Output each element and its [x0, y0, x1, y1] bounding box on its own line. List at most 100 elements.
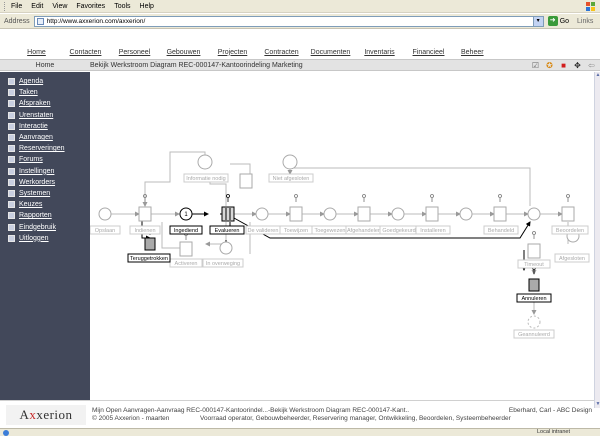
sidebar-item-label: Systemen — [19, 189, 51, 197]
go-arrow-icon: ➜ — [547, 16, 558, 26]
place-geannuleerd[interactable] — [527, 315, 541, 329]
address-label: Address — [4, 17, 30, 25]
sidebar-item-agenda[interactable]: Agenda — [0, 76, 90, 87]
label-teruggetrokken: Teruggetrokken — [130, 256, 168, 262]
label-de-valideren: De valideren — [248, 228, 279, 234]
address-bar: Address http://www.axxerion.com/axxerion… — [0, 14, 600, 29]
page-title: Bekijk Werkstroom Diagram REC-000147-Kan… — [90, 61, 303, 69]
sidebar-item-uitloggen[interactable]: Uitloggen — [0, 233, 90, 244]
menu-tools[interactable]: Tools — [114, 3, 130, 10]
menu-favorites[interactable]: Favorites — [76, 3, 105, 10]
menu-view[interactable]: View — [52, 3, 67, 10]
transition-teruggetrokken[interactable] — [144, 237, 156, 251]
nav-documenten[interactable]: Documenten — [308, 49, 353, 56]
place-installeren-state[interactable] — [459, 207, 473, 221]
refresh-icon[interactable]: ✪ — [545, 61, 554, 70]
footer-copyright: © 2005 Axxerion - maarten — [92, 415, 170, 422]
check-icon[interactable]: ☑ — [531, 61, 540, 70]
axxerion-logo: Axxerion — [6, 405, 86, 425]
go-button[interactable]: ➜ Go — [547, 16, 570, 26]
browser-statusbar: Local intranet — [0, 428, 600, 436]
place-de-valideren[interactable] — [255, 207, 269, 221]
stop-icon[interactable]: ■ — [559, 61, 568, 70]
transition-boxes — [138, 173, 575, 259]
nav-inventaris[interactable]: Inventaris — [357, 49, 402, 56]
sidebar: Agenda Taken Afspraken Urenstaten Interactie… — [0, 72, 90, 400]
transition-beoordelen[interactable] — [561, 206, 575, 222]
sidebar-item-urenstaten[interactable]: Urenstaten — [0, 110, 90, 121]
workorders-icon — [8, 178, 15, 186]
menu-file[interactable]: File — [11, 3, 22, 10]
sidebar-item-aanvragen[interactable]: Aanvragen — [0, 132, 90, 143]
move-icon[interactable]: ✥ — [573, 61, 582, 70]
nav-beheer[interactable]: Beheer — [455, 49, 500, 56]
sidebar-item-taken[interactable]: Taken — [0, 87, 90, 98]
nav-contacten[interactable]: Contacten — [63, 49, 108, 56]
vertical-scrollbar[interactable]: ▲ ▼ — [594, 72, 600, 408]
transition-evalueren[interactable] — [221, 206, 235, 222]
transition-behandeld[interactable] — [493, 206, 507, 222]
links-button[interactable]: Links — [577, 18, 593, 25]
place-in-overweging[interactable] — [219, 241, 233, 255]
sidebar-item-reserveringen[interactable]: Reserveringen — [0, 143, 90, 154]
nav-projecten[interactable]: Projecten — [210, 49, 255, 56]
back-icon[interactable]: ⇦ — [587, 61, 596, 70]
toolbar-grip[interactable] — [4, 1, 7, 11]
nav-contracten[interactable]: Contracten — [259, 49, 304, 56]
transition-timeout[interactable] — [527, 243, 541, 259]
interaction-icon — [8, 122, 15, 130]
sidebar-item-interactie[interactable]: Interactie — [0, 121, 90, 132]
sidebar-item-eindgebruik[interactable]: Eindgebruik — [0, 221, 90, 232]
sidebar-item-forums[interactable]: Forums — [0, 154, 90, 165]
scroll-up-icon[interactable]: ▲ — [595, 72, 600, 79]
reports-icon — [8, 212, 15, 220]
place-goedgekeurd[interactable] — [391, 207, 405, 221]
sidebar-item-label: Interactie — [19, 122, 48, 130]
transition-toewijzen[interactable] — [289, 206, 303, 222]
label-beoordelen: Beoordelen — [556, 228, 584, 234]
go-label: Go — [559, 17, 570, 25]
place-niet-afgesloten[interactable] — [282, 154, 298, 170]
transition-indienen[interactable] — [138, 206, 152, 222]
sidebar-item-instellingen[interactable]: Instellingen — [0, 166, 90, 177]
transition-niet-afgesloten[interactable] — [239, 173, 253, 189]
sidebar-item-systemen[interactable]: Systemen — [0, 188, 90, 199]
nav-home[interactable]: Home — [14, 49, 59, 56]
label-indienen: Indienen — [134, 228, 155, 234]
transition-afgehandelen[interactable] — [357, 206, 371, 222]
sidebar-item-label: Urenstaten — [19, 111, 54, 119]
nav-financieel[interactable]: Financieel — [406, 49, 451, 56]
transition-activeren[interactable] — [179, 241, 193, 257]
appointments-icon — [8, 100, 15, 108]
sidebar-item-keuzes[interactable]: Keuzes — [0, 199, 90, 210]
transition-installeren[interactable] — [425, 206, 439, 222]
menu-help[interactable]: Help — [140, 3, 154, 10]
label-installeren: Installeren — [420, 228, 445, 234]
place-opslaan[interactable] — [98, 207, 112, 221]
sidebar-item-rapporten[interactable]: Rapporten — [0, 210, 90, 221]
place-behandeld-state[interactable] — [527, 207, 541, 221]
menu-edit[interactable]: Edit — [31, 3, 43, 10]
address-input[interactable]: http://www.axxerion.com/axxerion/ ▾ — [33, 15, 544, 27]
place-informatie-nodig[interactable] — [197, 154, 213, 170]
transition-annuleren[interactable] — [528, 278, 540, 292]
breadcrumb-home[interactable]: Home — [0, 62, 90, 69]
nav-gebouwen[interactable]: Gebouwen — [161, 49, 206, 56]
page-tools: ☑ ✪ ■ ✥ ⇦ — [531, 61, 596, 70]
forums-icon — [8, 156, 15, 164]
sidebar-item-werkorders[interactable]: Werkorders — [0, 177, 90, 188]
place-circles — [98, 154, 580, 255]
label-ingediend: Ingediend — [174, 228, 198, 234]
footer: Axxerion Mijn Open Aanvragen-Aanvraag RE… — [0, 400, 594, 428]
place-toegewezen[interactable] — [323, 207, 337, 221]
logout-icon — [8, 234, 15, 242]
address-dropdown-icon[interactable]: ▾ — [532, 16, 543, 26]
nav-personeel[interactable]: Personeel — [112, 49, 157, 56]
settings-icon — [8, 167, 15, 175]
sidebar-item-afspraken[interactable]: Afspraken — [0, 98, 90, 109]
footer-path[interactable]: Mijn Open Aanvragen-Aanvraag REC-000147-… — [92, 407, 409, 414]
choices-icon — [8, 201, 15, 209]
label-annuleren: Annuleren — [521, 296, 546, 302]
scroll-down-icon[interactable]: ▼ — [595, 401, 600, 408]
label-timeout: Timeout — [524, 262, 544, 268]
